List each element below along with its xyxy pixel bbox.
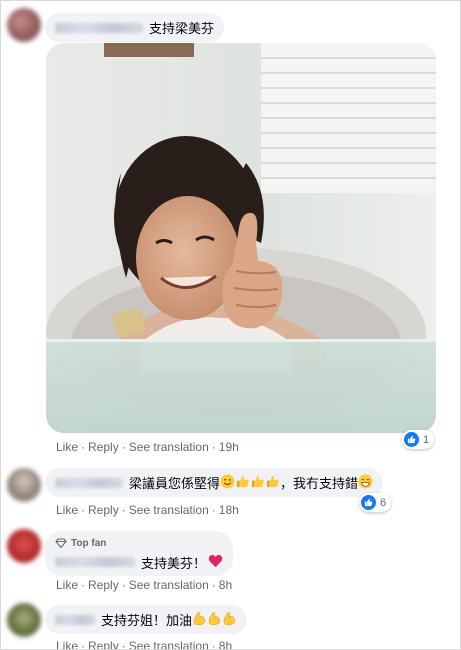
separator-dot: · bbox=[81, 503, 86, 517]
like-icon bbox=[361, 495, 376, 510]
commenter-name[interactable] bbox=[55, 557, 135, 567]
comment-text: 支持芬姐！加油 bbox=[101, 613, 193, 628]
separator-dot: · bbox=[121, 639, 126, 650]
commenter-name[interactable] bbox=[55, 22, 143, 33]
like-link[interactable]: Like bbox=[56, 440, 78, 454]
reply-link[interactable]: Reply bbox=[88, 639, 119, 649]
commenter-name[interactable] bbox=[55, 614, 95, 625]
comment-photo[interactable] bbox=[46, 43, 436, 433]
comment-bubble: 支持芬姐！加油 bbox=[45, 605, 248, 634]
comment-actions: Like · Reply · See translation · 19h bbox=[56, 440, 239, 454]
comment-timestamp[interactable]: 18h bbox=[219, 503, 239, 517]
top-fan-badge: Top fan bbox=[55, 538, 106, 549]
comment-timestamp[interactable]: 19h bbox=[219, 440, 239, 454]
heart-emoji bbox=[208, 554, 223, 571]
thumbs-up-emoji bbox=[235, 474, 250, 492]
separator-dot: · bbox=[121, 440, 126, 454]
reaction-count[interactable]: 6 bbox=[359, 493, 392, 512]
comment-actions: Like · Reply · See translation · 8h bbox=[56, 639, 232, 650]
like-link[interactable]: Like bbox=[56, 578, 78, 592]
avatar[interactable] bbox=[7, 8, 41, 42]
avatar[interactable] bbox=[7, 603, 41, 637]
comment-actions: Like · Reply · See translation · 8h bbox=[56, 578, 232, 592]
reply-link[interactable]: Reply bbox=[88, 503, 119, 517]
separator-dot: · bbox=[81, 578, 86, 592]
like-link[interactable]: Like bbox=[56, 639, 78, 649]
separator-dot: · bbox=[211, 578, 216, 592]
comment-bubble: 支持梁美芬 bbox=[45, 13, 225, 42]
see-translation-link[interactable]: See translation bbox=[129, 440, 209, 454]
avatar[interactable] bbox=[7, 529, 41, 563]
child-thumbs-up-image bbox=[46, 43, 436, 433]
comment-timestamp[interactable]: 8h bbox=[219, 639, 232, 649]
separator-dot: · bbox=[211, 503, 216, 517]
avatar[interactable] bbox=[7, 468, 41, 502]
reply-link[interactable]: Reply bbox=[88, 578, 119, 592]
reaction-count-text: 6 bbox=[380, 496, 387, 509]
see-translation-link[interactable]: See translation bbox=[129, 578, 209, 592]
comment-bubble: 梁議員您係堅得 ，我冇支持錯 bbox=[45, 468, 384, 497]
comment-text: 支持美芬！ bbox=[141, 555, 207, 571]
diamond-icon bbox=[55, 538, 67, 548]
separator-dot: · bbox=[81, 639, 86, 650]
see-translation-link[interactable]: See translation bbox=[129, 503, 209, 517]
separator-dot: · bbox=[121, 503, 126, 517]
like-link[interactable]: Like bbox=[56, 503, 78, 517]
grin-emoji bbox=[358, 473, 373, 492]
separator-dot: · bbox=[121, 578, 126, 592]
top-fan-label: Top fan bbox=[71, 537, 107, 549]
comment-actions: Like · Reply · See translation · 18h bbox=[56, 503, 239, 517]
comment-bubble: Top fan 支持美芬！ bbox=[45, 531, 234, 576]
like-icon bbox=[404, 432, 419, 447]
flexed-biceps-emoji bbox=[207, 611, 222, 629]
comment-timestamp[interactable]: 8h bbox=[219, 578, 232, 592]
comment-text: 梁議員您係堅得 bbox=[129, 476, 221, 491]
wink-emoji bbox=[220, 473, 235, 492]
thumbs-up-emoji bbox=[250, 474, 265, 492]
reaction-count-text: 1 bbox=[423, 433, 430, 446]
reaction-count[interactable]: 1 bbox=[402, 430, 435, 449]
comment-text: 支持梁美芬 bbox=[149, 21, 215, 36]
reply-link[interactable]: Reply bbox=[88, 440, 119, 454]
comment-thread: 支持梁美芬 Like · Reply · See translation · 1… bbox=[0, 0, 461, 650]
flexed-biceps-emoji bbox=[192, 611, 207, 629]
commenter-name[interactable] bbox=[55, 477, 123, 488]
see-translation-link[interactable]: See translation bbox=[129, 639, 209, 649]
comment-text-continued: ，我冇支持錯 bbox=[280, 476, 359, 491]
separator-dot: · bbox=[81, 440, 86, 454]
separator-dot: · bbox=[211, 639, 216, 650]
flexed-biceps-emoji bbox=[222, 611, 237, 629]
thumbs-up-emoji bbox=[265, 474, 280, 492]
separator-dot: · bbox=[211, 440, 216, 454]
